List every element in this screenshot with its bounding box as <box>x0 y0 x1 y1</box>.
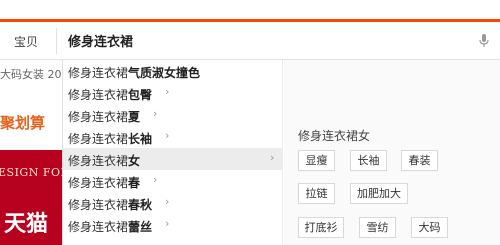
suggestion-label: 修身连衣裙夏 <box>68 110 141 124</box>
suggestion-label: 修身连衣裙春秋 <box>68 198 153 212</box>
chevron-right-icon: › <box>165 195 170 208</box>
attribute-chip[interactable]: 加肥加大 <box>350 183 408 204</box>
divider <box>56 28 57 54</box>
attribute-chip[interactable]: 长袖 <box>350 150 387 171</box>
promo-banner[interactable]: ESIGN FOR Y 天猫 <box>0 150 62 245</box>
suggestion-item[interactable]: 修身连衣裙春 › <box>63 170 283 192</box>
attribute-chip[interactable]: 春装 <box>401 150 438 171</box>
chevron-right-icon: › <box>270 151 275 164</box>
category-tags[interactable]: 大码女装 201 <box>0 66 69 82</box>
suggestion-label: 修身连衣裙包臀 <box>68 88 153 102</box>
suggestion-item[interactable]: 修身连衣裙夏 › <box>63 104 283 126</box>
chevron-right-icon: › <box>165 129 170 142</box>
suggestion-item[interactable]: 修身连衣裙春秋 › <box>63 192 283 214</box>
suggestion-dropdown: 修身连衣裙气质淑女撞色 修身连衣裙包臀 › 修身连衣裙夏 › 修身连衣裙长袖 ›… <box>62 60 500 245</box>
chevron-right-icon: › <box>165 85 170 98</box>
suggestion-label: 修身连衣裙气质淑女撞色 <box>68 66 201 80</box>
attribute-chip[interactable]: 雪纺 <box>359 217 396 238</box>
search-bar: 宝贝 修身连衣裙 <box>0 22 500 60</box>
attribute-chip[interactable]: 拉链 <box>298 183 335 204</box>
search-input[interactable]: 修身连衣裙 <box>68 31 133 50</box>
suggestion-item[interactable]: 修身连衣裙长袖 › <box>63 126 283 148</box>
attribute-chip[interactable]: 打底衫 <box>298 217 344 238</box>
promo-heading[interactable]: 聚划算 <box>0 112 45 133</box>
suggestion-label: 修身连衣裙长袖 <box>68 132 153 146</box>
suggestion-item[interactable]: 修身连衣裙蕾丝 › <box>63 214 283 236</box>
chevron-right-icon: › <box>165 217 170 230</box>
suggestion-label: 修身连衣裙蕾丝 <box>68 220 153 234</box>
suggestion-label: 修身连衣裙春 <box>68 176 141 190</box>
panel-title: 修身连衣裙女 <box>298 129 371 143</box>
attribute-chip[interactable]: 大码 <box>411 217 448 238</box>
banner-text: ESIGN FOR Y <box>0 166 62 179</box>
suggestion-label: 修身连衣裙女 <box>68 154 141 168</box>
suggestion-detail-panel: 修身连衣裙女 显瘦 长袖 春装 拉链 加肥加大 打底衫 雪纺 大码 <box>284 60 500 245</box>
search-scope-selector[interactable]: 宝贝 <box>14 33 38 50</box>
chevron-right-icon: › <box>153 107 158 120</box>
tmall-logo: 天猫 <box>4 212 49 237</box>
suggestion-list: 修身连衣裙气质淑女撞色 修身连衣裙包臀 › 修身连衣裙夏 › 修身连衣裙长袖 ›… <box>63 60 283 245</box>
attribute-chip[interactable]: 显瘦 <box>298 150 335 171</box>
chevron-right-icon: › <box>153 173 158 186</box>
microphone-icon[interactable] <box>478 33 490 49</box>
suggestion-item-active[interactable]: 修身连衣裙女 › <box>63 148 283 170</box>
suggestion-item[interactable]: 修身连衣裙包臀 › <box>63 82 283 104</box>
suggestion-item[interactable]: 修身连衣裙气质淑女撞色 <box>63 60 283 82</box>
